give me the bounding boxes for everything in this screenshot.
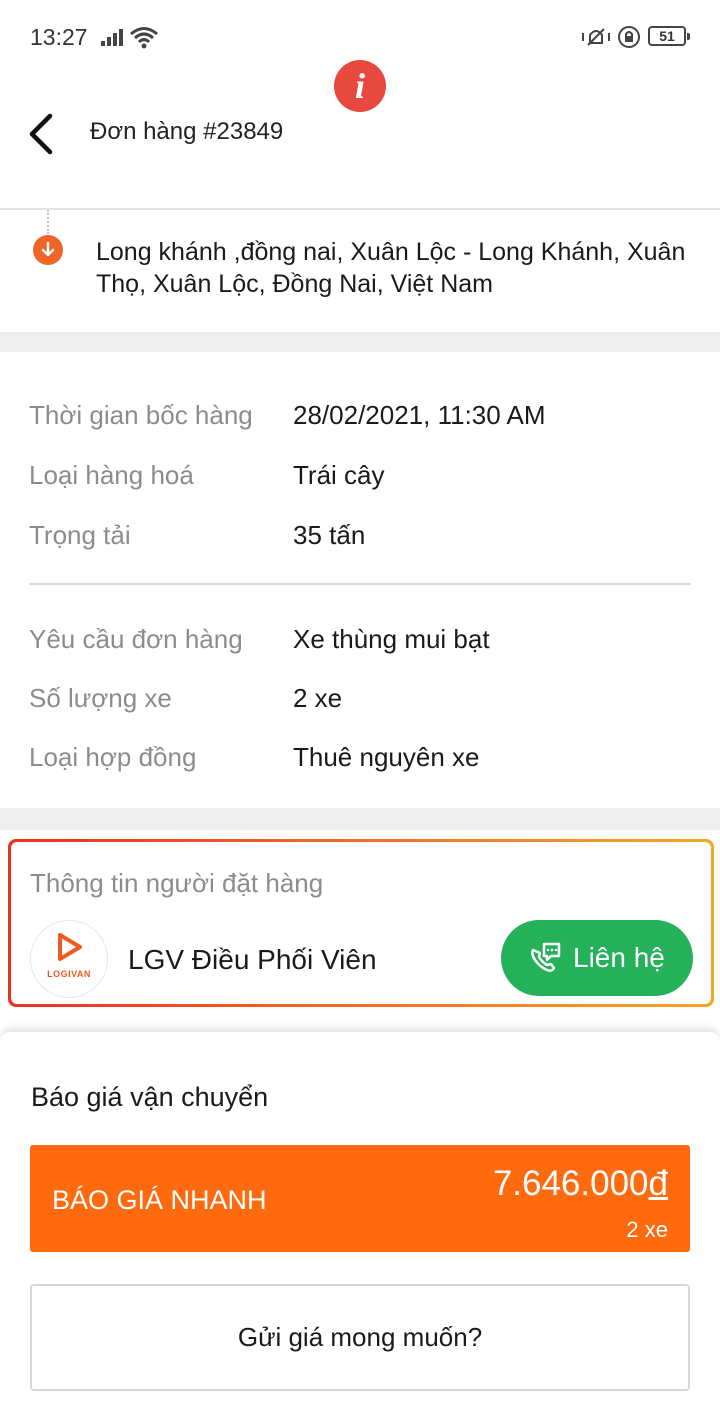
detail-label: Loại hàng hoá	[29, 460, 194, 490]
avatar-logo-text: LOGIVAN	[47, 969, 91, 979]
section-separator	[0, 808, 720, 830]
avatar: LOGIVAN	[30, 920, 108, 998]
signal-icon	[101, 29, 123, 46]
divider	[0, 208, 720, 210]
desired-price-button[interactable]: Gửi giá mong muốn?	[30, 1284, 690, 1391]
contact-button[interactable]: Liên hệ	[501, 920, 693, 996]
requirement-label: Loại hợp đồng	[29, 742, 197, 772]
vibrate-icon	[582, 28, 610, 46]
rotation-lock-icon	[618, 26, 640, 48]
detail-value: 28/02/2021, 11:30 AM	[293, 400, 546, 430]
detail-value: Trái cây	[293, 460, 385, 490]
contact-button-label: Liên hệ	[573, 942, 665, 973]
requirement-label: Yêu cầu đơn hàng	[29, 624, 243, 654]
dropoff-address: Long khánh ,đồng nai, Xuân Lộc - Long Kh…	[96, 238, 686, 298]
fast-quote-price: 7.646.000đ	[493, 1164, 668, 1204]
booker-card: Thông tin người đặt hàng LOGIVAN LGV Điề…	[8, 839, 714, 1007]
phone-chat-icon	[531, 942, 561, 972]
dropoff-arrow-icon	[33, 235, 63, 265]
booker-name: LGV Điều Phối Viên	[128, 944, 377, 975]
requirement-value: Xe thùng mui bạt	[293, 624, 490, 654]
fast-quote-button[interactable]: BÁO GIÁ NHANH 7.646.000đ 2 xe	[30, 1145, 690, 1252]
battery-icon: 51	[648, 26, 690, 46]
status-time: 13:27	[30, 24, 88, 50]
detail-value: 35 tấn	[293, 520, 366, 550]
requirement-label: Số lượng xe	[29, 683, 172, 713]
route-dashed-line	[47, 210, 49, 234]
quote-title: Báo giá vận chuyển	[31, 1082, 269, 1112]
quote-sheet: Báo giá vận chuyển BÁO GIÁ NHANH 7.646.0…	[0, 1032, 720, 1426]
info-icon[interactable]: i	[334, 60, 386, 112]
detail-label: Thời gian bốc hàng	[29, 400, 253, 430]
requirement-value: Thuê nguyên xe	[293, 742, 480, 772]
section-separator	[0, 332, 720, 352]
wifi-icon	[130, 27, 158, 49]
logivan-logo-icon	[58, 933, 82, 961]
page-title: Đơn hàng #23849	[90, 118, 284, 145]
fast-quote-amount: 7.646.000	[492, 1164, 649, 1203]
back-button[interactable]	[18, 106, 62, 162]
fast-quote-vehicle-count: 2 xe	[626, 1217, 668, 1242]
divider	[29, 583, 691, 585]
fast-quote-label: BÁO GIÁ NHANH	[52, 1185, 267, 1215]
detail-label: Trọng tải	[29, 520, 131, 550]
currency-symbol: đ	[648, 1164, 668, 1203]
requirement-value: 2 xe	[293, 683, 343, 713]
booker-heading: Thông tin người đặt hàng	[30, 868, 324, 898]
